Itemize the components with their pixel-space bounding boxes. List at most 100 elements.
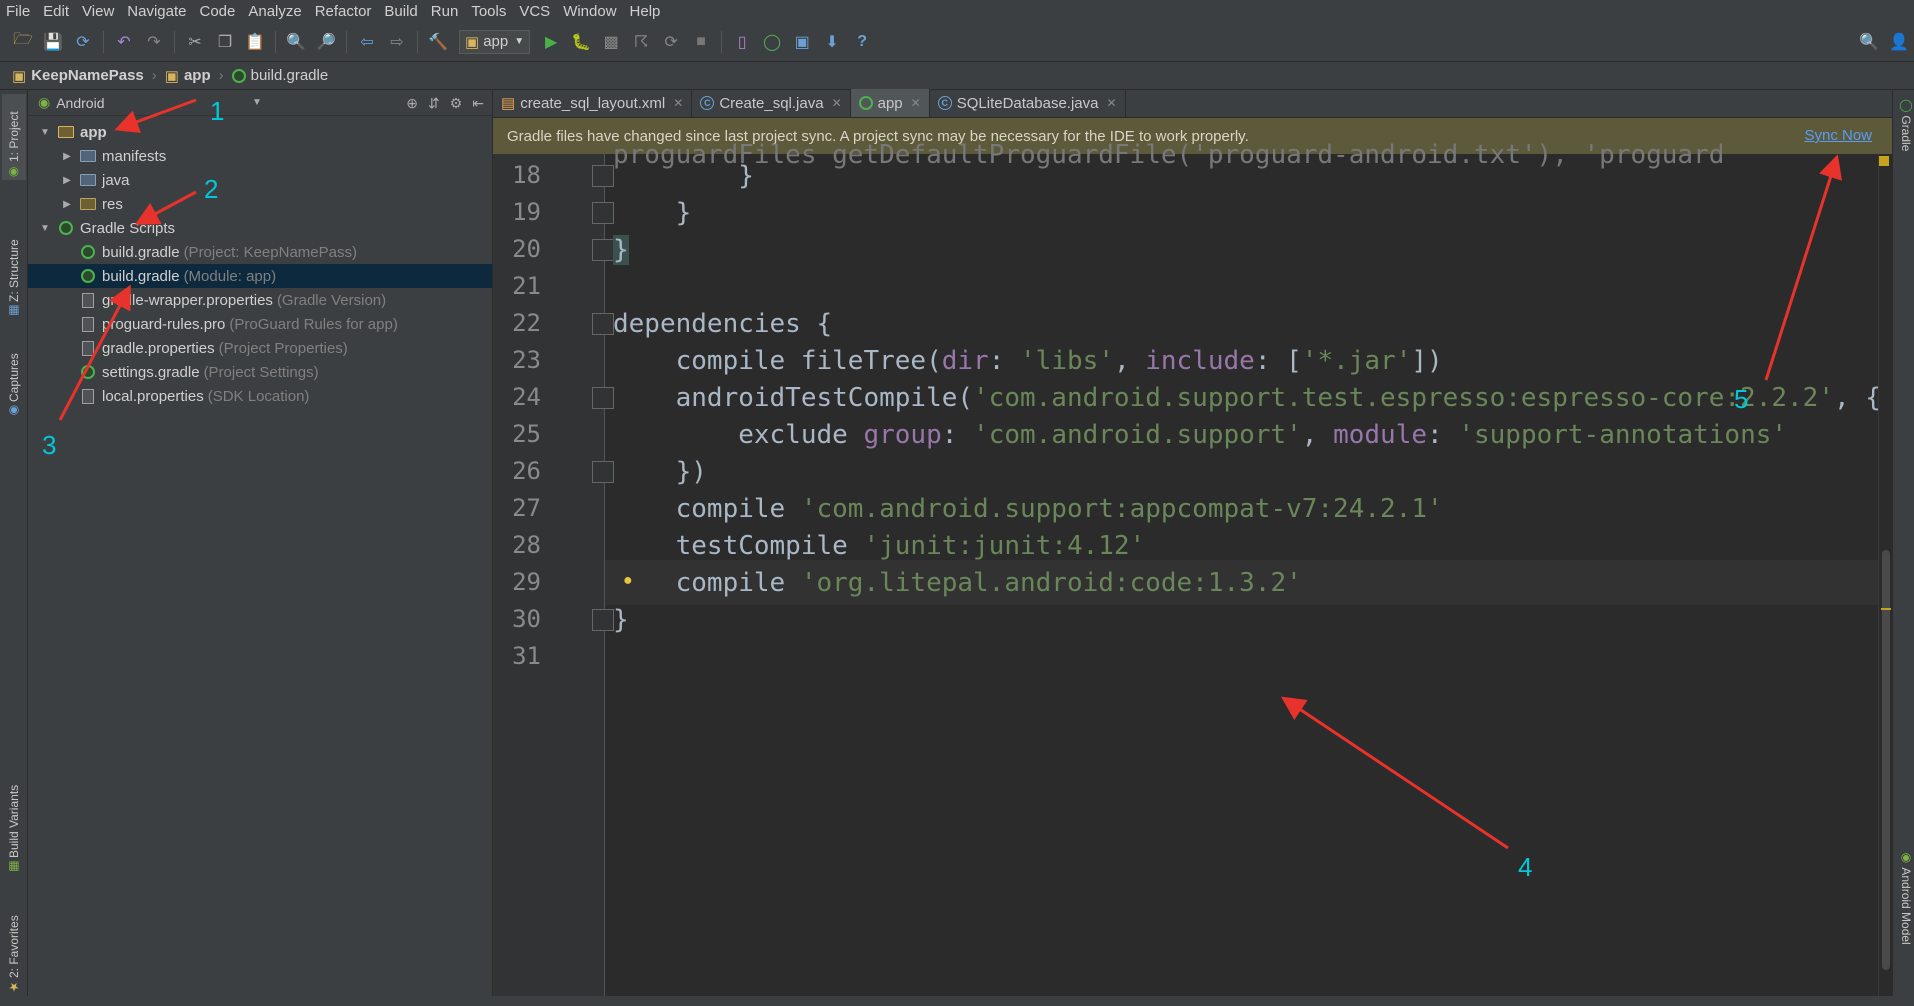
debug-icon[interactable]: 🐛 [571, 32, 591, 52]
stop-icon[interactable]: ■ [691, 32, 711, 52]
tree-item-label: manifests [102, 147, 167, 165]
warning-marker[interactable] [1879, 156, 1889, 166]
lightbulb-icon[interactable]: ● [623, 572, 633, 590]
editor-tab[interactable]: app ✕ [850, 89, 930, 117]
project-structure-icon[interactable]: ▣ [792, 32, 812, 52]
tab-captures[interactable]: ◉ Captures [2, 340, 26, 420]
collapse-arrow-icon[interactable]: ▶ [60, 175, 74, 186]
editor-tab[interactable]: C SQLiteDatabase.java ✕ [930, 89, 1126, 117]
code-line-text: androidTestCompile('com.android.support.… [613, 382, 1881, 413]
vertical-scrollbar[interactable] [1878, 154, 1892, 1006]
tree-item-label: gradle-wrapper.properties [102, 291, 273, 309]
collapse-arrow-icon[interactable]: ▶ [60, 151, 74, 162]
tree-item[interactable]: settings.gradle (Project Settings) [28, 360, 492, 384]
tree-item[interactable]: build.gradle (Module: app) [28, 264, 492, 288]
tab-build-variants-label: Build Variants [7, 784, 21, 858]
menu-vcs[interactable]: VCS [519, 3, 550, 20]
breadcrumb-module[interactable]: ▣ app [165, 67, 211, 85]
open-folder-icon[interactable]: 🗁 [13, 31, 33, 52]
code-line[interactable] [605, 634, 1914, 679]
avd-manager-icon[interactable]: ▯ [732, 32, 752, 52]
search-everywhere-icon[interactable]: 🔍 [1859, 32, 1879, 52]
menu-help[interactable]: Help [630, 3, 661, 20]
close-icon[interactable]: ✕ [832, 96, 842, 110]
tab-build-variants[interactable]: ▦ Build Variants [2, 746, 26, 876]
expand-arrow-icon[interactable]: ▼ [38, 223, 52, 234]
toolbar-divider [417, 30, 418, 53]
back-icon[interactable]: ⇦ [357, 32, 377, 52]
collapse-all-icon[interactable]: ⇵ [428, 95, 440, 112]
tab-android-model[interactable]: ◉ Android Model [1895, 850, 1913, 980]
tree-item[interactable]: proguard-rules.pro (ProGuard Rules for ap… [28, 312, 492, 336]
project-view-selector[interactable]: ◉ Android ▼ ⊕ ⇵ ⚙ ⇤ [28, 90, 492, 116]
tab-project[interactable]: ◉ 1: Project [2, 94, 26, 180]
redo-icon[interactable]: ↷ [144, 32, 164, 52]
find-icon[interactable]: 🔍 [286, 32, 306, 52]
gradle-sync-icon[interactable]: ◯ [762, 32, 782, 52]
gear-icon[interactable]: ⚙ [450, 95, 463, 112]
menu-edit[interactable]: Edit [43, 3, 69, 20]
run-configuration-select[interactable]: ▣ app ▼ [459, 29, 531, 54]
menu-analyze[interactable]: Analyze [248, 3, 301, 20]
tree-item[interactable]: local.properties (SDK Location) [28, 384, 492, 408]
editor-tab[interactable]: C Create_sql.java ✕ [692, 89, 851, 117]
menu-build[interactable]: Build [384, 3, 417, 20]
collapse-arrow-icon[interactable]: ▶ [60, 199, 74, 210]
tree-item[interactable]: build.gradle (Project: KeepNamePass) [28, 240, 492, 264]
run-icon[interactable]: ▶ [541, 32, 561, 52]
tab-favorites[interactable]: ★ 2: Favorites [2, 896, 26, 996]
replace-icon[interactable]: 🔎 [316, 32, 336, 52]
menu-code[interactable]: Code [199, 3, 235, 20]
sdk-manager-icon[interactable]: ⬇ [822, 32, 842, 52]
tree-item[interactable]: ▼ Gradle Scripts [28, 216, 492, 240]
editor-tab-label: create_sql_layout.xml [520, 94, 666, 112]
scroll-from-source-icon[interactable]: ⊕ [406, 95, 418, 112]
code-editor[interactable]: proguardFiles getDefaultProguardFile('pr… [493, 140, 1914, 1006]
tree-item-hint: (ProGuard Rules for app) [229, 315, 398, 333]
save-all-icon[interactable]: 💾 [43, 32, 63, 52]
menu-navigate[interactable]: Navigate [127, 3, 186, 20]
breadcrumb-file[interactable]: build.gradle [231, 67, 329, 84]
menu-tools[interactable]: Tools [471, 3, 506, 20]
close-icon[interactable]: ✕ [1106, 96, 1116, 110]
breadcrumb-file-label: build.gradle [250, 67, 329, 84]
close-icon[interactable]: ✕ [911, 96, 921, 110]
tree-item[interactable]: ▶ manifests [28, 144, 492, 168]
user-icon[interactable]: 👤 [1889, 32, 1909, 52]
toolbar-divider [346, 30, 347, 53]
menu-run[interactable]: Run [431, 3, 459, 20]
tab-gradle[interactable]: ◯ Gradle [1895, 98, 1913, 178]
close-icon[interactable]: ✕ [673, 96, 683, 110]
help-icon[interactable]: ? [852, 32, 872, 52]
menu-file[interactable]: File [6, 3, 30, 20]
tree-item[interactable]: ▼ app [28, 120, 492, 144]
menu-window[interactable]: Window [563, 3, 616, 20]
paste-icon[interactable]: 📋 [245, 32, 265, 52]
cut-icon[interactable]: ✂ [185, 32, 205, 52]
attach-debugger-icon[interactable]: ⟳ [661, 32, 681, 52]
java-class-icon: C [937, 96, 952, 110]
res-folder-icon [80, 196, 96, 212]
hide-panel-icon[interactable]: ⇤ [472, 95, 484, 112]
expand-arrow-icon[interactable]: ▼ [38, 127, 52, 138]
apply-changes-icon[interactable]: ☈ [631, 32, 651, 52]
captures-icon: ◉ [8, 404, 20, 418]
tree-item[interactable]: ▶ res [28, 192, 492, 216]
sync-icon[interactable]: ⟳ [73, 32, 93, 52]
make-project-icon[interactable]: 🔨 [428, 32, 448, 52]
profile-icon[interactable]: ▩ [601, 32, 621, 52]
breadcrumb-project[interactable]: ▣ KeepNamePass [12, 67, 144, 85]
copy-icon[interactable]: ❐ [215, 32, 235, 52]
tab-favorites-label: 2: Favorites [7, 915, 21, 978]
tree-item[interactable]: gradle-wrapper.properties (Gradle Version… [28, 288, 492, 312]
tab-structure[interactable]: ▦ Z: Structure [2, 220, 26, 320]
editor-tab[interactable]: ▤ create_sql_layout.xml ✕ [493, 89, 693, 117]
menu-view[interactable]: View [82, 3, 114, 20]
undo-icon[interactable]: ↶ [114, 32, 134, 52]
menu-refactor[interactable]: Refactor [315, 3, 372, 20]
code-line-text: }) [613, 456, 707, 487]
tree-item[interactable]: gradle.properties (Project Properties) [28, 336, 492, 360]
tree-item[interactable]: ▶ java [28, 168, 492, 192]
forward-icon[interactable]: ⇨ [387, 32, 407, 52]
scrollbar-thumb[interactable] [1882, 550, 1890, 970]
